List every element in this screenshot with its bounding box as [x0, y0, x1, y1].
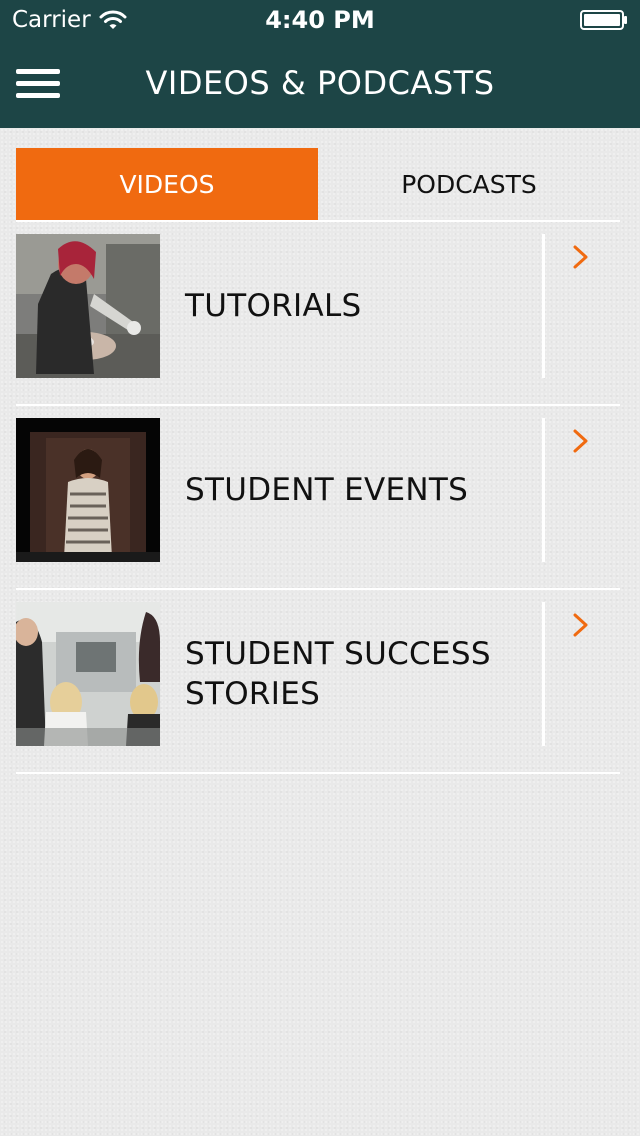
media-tabs: VIDEOS PODCASTS	[16, 148, 620, 220]
student-events-thumbnail	[16, 418, 160, 562]
page-title: VIDEOS & PODCASTS	[145, 64, 495, 102]
top-bar: Carrier 4:40 PM VIDEOS & PODCASTS	[0, 0, 640, 128]
tutorial-thumbnail	[16, 234, 160, 378]
tab-podcasts[interactable]: PODCASTS	[318, 148, 620, 220]
app-header: VIDEOS & PODCASTS	[0, 40, 640, 128]
status-time: 4:40 PM	[265, 6, 375, 34]
list-item-student-success-stories[interactable]: STUDENT SUCCESS STORIES	[16, 590, 620, 774]
chevron-right-icon[interactable]	[572, 244, 590, 270]
item-label: STUDENT SUCCESS STORIES	[185, 636, 491, 712]
tab-videos[interactable]: VIDEOS	[16, 148, 318, 220]
battery-icon	[580, 10, 627, 30]
item-divider	[542, 418, 545, 562]
item-label: STUDENT EVENTS	[185, 472, 469, 508]
video-category-list: TUTORIALS STUDENT EVENTS STUDENT SUCCESS…	[16, 222, 620, 774]
item-label: TUTORIALS	[185, 288, 362, 324]
item-divider	[542, 234, 545, 378]
chevron-right-icon[interactable]	[572, 612, 590, 638]
chevron-right-icon[interactable]	[572, 428, 590, 454]
item-divider	[542, 602, 545, 746]
status-bar: Carrier 4:40 PM	[0, 0, 640, 40]
list-item-tutorials[interactable]: TUTORIALS	[16, 222, 620, 406]
list-item-student-events[interactable]: STUDENT EVENTS	[16, 406, 620, 590]
success-stories-thumbnail	[16, 602, 160, 746]
